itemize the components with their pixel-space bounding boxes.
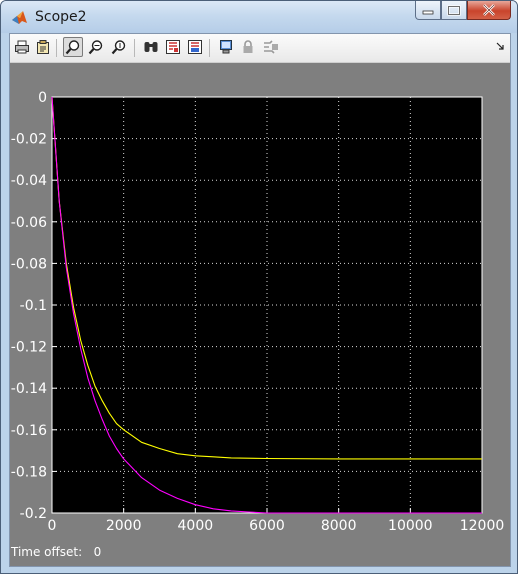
- toolbar-overflow-icon[interactable]: [496, 42, 504, 50]
- time-offset-value: 0: [93, 545, 102, 559]
- time-offset-label: Time offset:: [11, 545, 83, 559]
- y-tick-label: -0.12: [11, 340, 47, 356]
- close-button[interactable]: [467, 1, 511, 20]
- toolbar-separator: [56, 39, 57, 57]
- zoom-y-icon[interactable]: [109, 37, 129, 57]
- x-tick-label: 12000: [460, 518, 505, 534]
- restore-axes-icon[interactable]: [185, 37, 205, 57]
- y-tick-label: -0.02: [11, 132, 47, 148]
- toolbar-separator: [134, 39, 135, 57]
- x-tick-label: 2000: [106, 518, 142, 534]
- autoscale-icon[interactable]: [141, 37, 161, 57]
- minimize-button[interactable]: [415, 1, 441, 20]
- parameters-icon[interactable]: [33, 37, 53, 57]
- minimize-icon: [422, 10, 434, 15]
- scope-plot: 0 2000 4000 6000 8000 10000 12000 0 -0.02 -0.04 -0…: [11, 90, 505, 534]
- maximize-icon: [447, 4, 461, 16]
- y-tick-label: 0: [38, 90, 47, 106]
- y-tick-label: -0.1: [20, 298, 47, 314]
- window-title: Scope2: [35, 9, 87, 25]
- lock-icon[interactable]: [238, 37, 258, 57]
- signal-selection-icon[interactable]: [261, 37, 281, 57]
- close-icon: [483, 4, 495, 16]
- plot-area: 0 2000 4000 6000 8000 10000 12000 0 -0.02 -0.04 -0…: [10, 63, 510, 566]
- caption-buttons: [415, 1, 511, 22]
- y-tick-label: -0.14: [11, 381, 47, 397]
- maximize-button[interactable]: [441, 1, 467, 20]
- x-tick-label: 6000: [249, 518, 285, 534]
- y-tick-label: -0.18: [11, 464, 47, 480]
- y-tick-label: -0.16: [11, 423, 47, 439]
- x-tick-label: 0: [48, 518, 57, 534]
- y-tick-label: -0.04: [11, 173, 47, 189]
- zoom-icon[interactable]: [63, 37, 83, 57]
- x-tick-label: 8000: [321, 518, 357, 534]
- print-icon[interactable]: [12, 37, 32, 57]
- x-tick-label: 10000: [388, 518, 433, 534]
- zoom-x-icon[interactable]: [86, 37, 106, 57]
- floating-scope-icon[interactable]: [216, 37, 236, 57]
- y-tick-label: -0.2: [20, 506, 47, 522]
- scope-window: Scope2 0 2000 4000 6000 8000 10000 12000…: [0, 0, 518, 574]
- toolbar-separator: [209, 39, 210, 57]
- scope-client-area: 0 2000 4000 6000 8000 10000 12000 0 -0.02 -0.04 -0…: [9, 33, 511, 567]
- y-tick-label: -0.06: [11, 215, 47, 231]
- y-tick-label: -0.08: [11, 256, 47, 272]
- x-tick-label: 4000: [178, 518, 214, 534]
- matlab-logo-icon: [12, 11, 27, 24]
- save-axes-icon[interactable]: [163, 37, 183, 57]
- scope-toolbar: [10, 34, 510, 63]
- title-bar[interactable]: Scope2: [1, 1, 517, 33]
- time-offset-status: Time offset: 0: [11, 545, 101, 559]
